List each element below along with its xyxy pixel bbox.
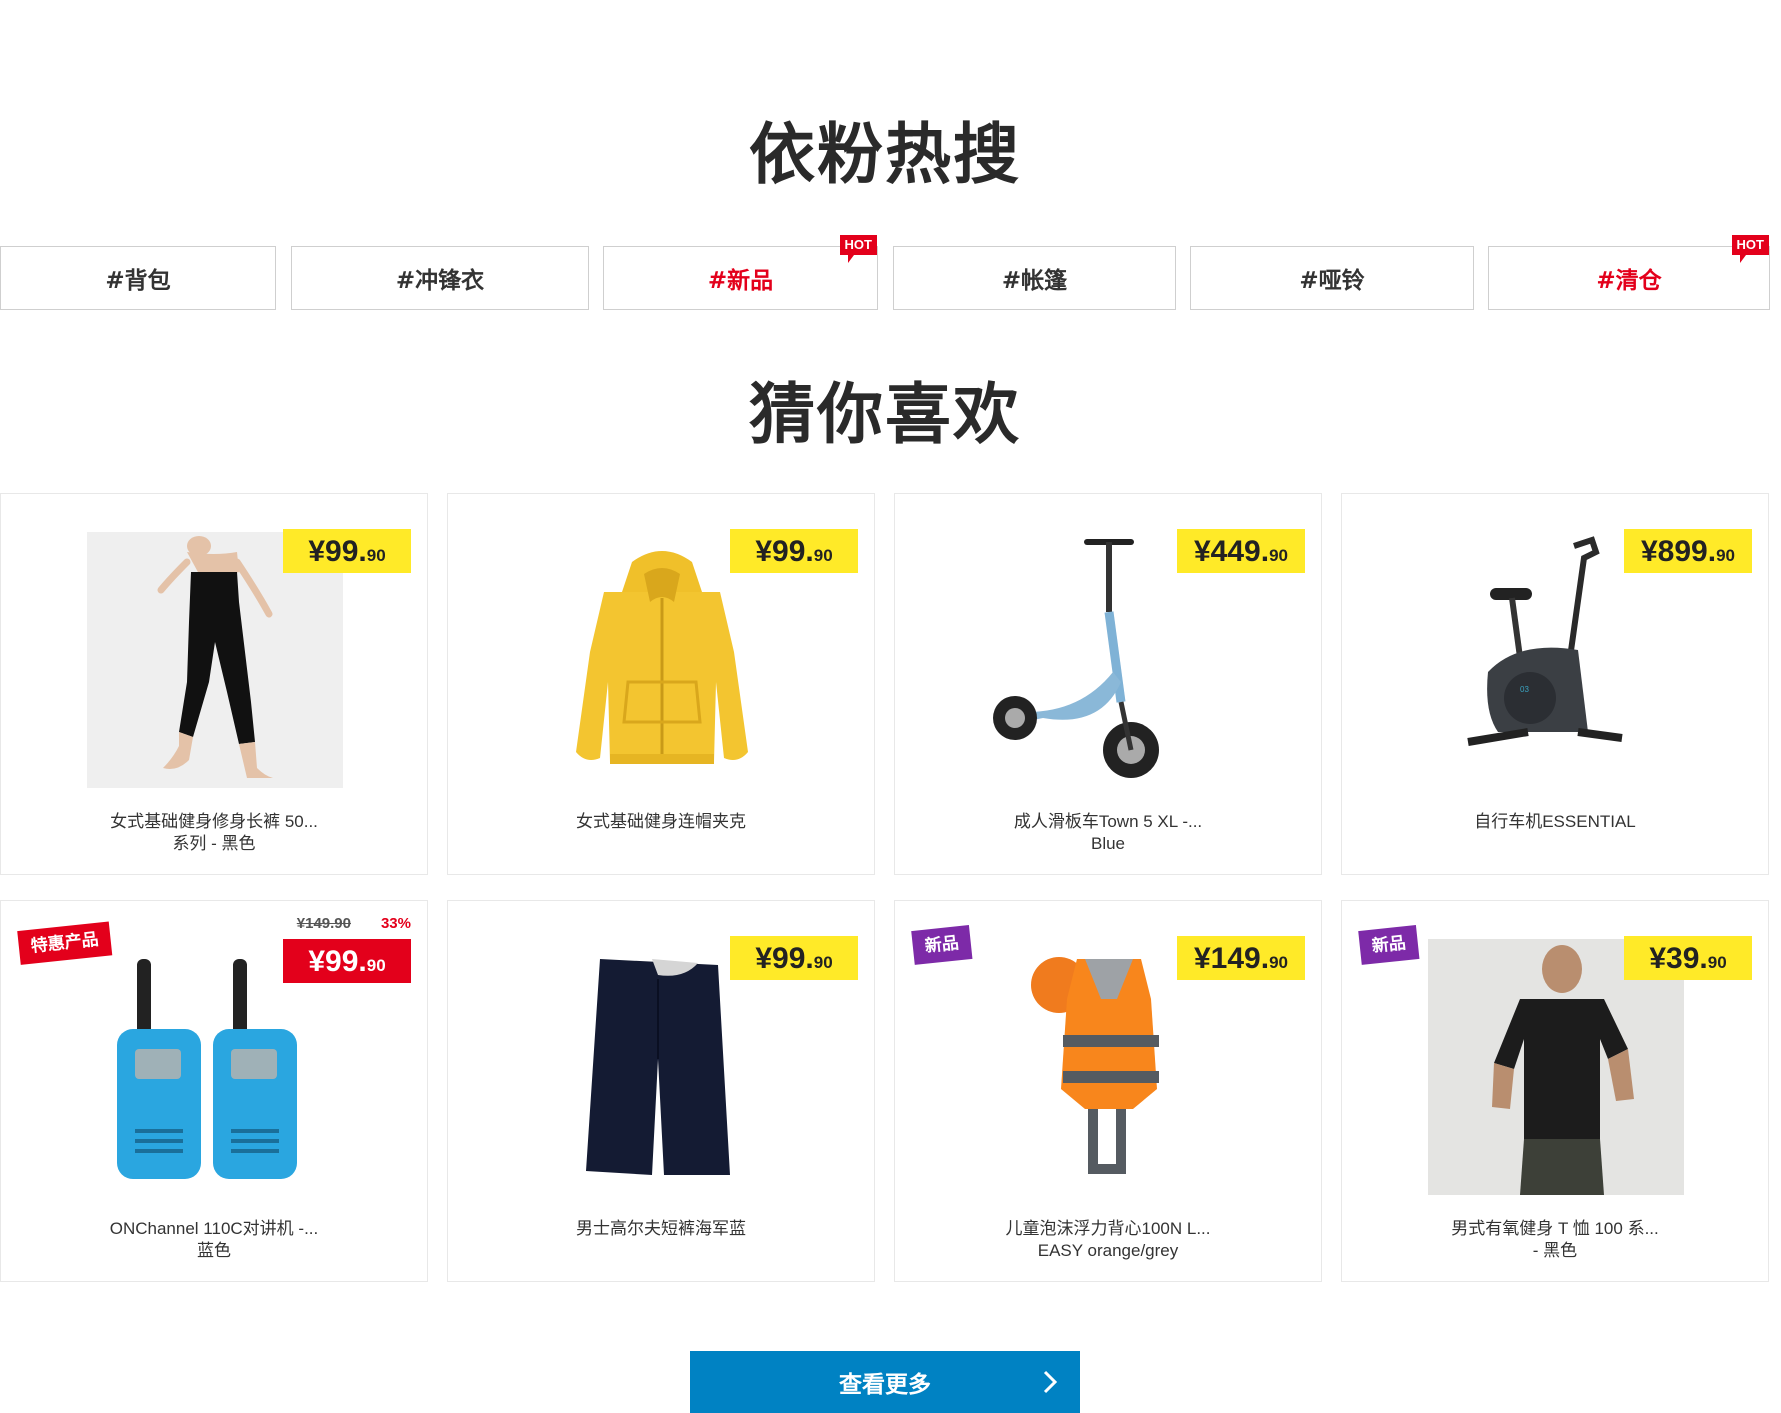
price-decimal: 90: [813, 953, 833, 972]
view-more-label: 查看更多: [839, 1372, 931, 1398]
hot-tag-label: #冲锋衣: [395, 268, 485, 294]
product-name: 儿童泡沫浮力背心100N L... EASY orange/grey: [935, 1218, 1281, 1262]
recommend-title: 猜你喜欢: [749, 376, 1021, 453]
new-ribbon: 新品: [1358, 925, 1420, 965]
price-decimal: 90: [1269, 953, 1288, 972]
product-name: 自行车机ESSENTIAL: [1382, 811, 1728, 833]
hot-tag-clearance[interactable]: #清仓 HOT: [1488, 235, 1770, 310]
view-more-button[interactable]: 查看更多: [690, 1351, 1080, 1413]
product-name: ONChannel 110C对讲机 -... 蓝色: [41, 1218, 387, 1262]
discount-percent: 33%: [380, 915, 411, 932]
product-card[interactable]: 新品 ¥39. 90 男式有氧健身 T 恤 100 系... - 黑色: [1341, 900, 1769, 1282]
product-card[interactable]: 03 ¥899. 90 自行车机ESSENTIAL: [1341, 493, 1769, 875]
price-main: ¥449.: [1194, 535, 1270, 568]
price-decimal: 90: [1269, 546, 1288, 565]
product-name: 男式有氧健身 T 恤 100 系... - 黑色: [1382, 1218, 1728, 1262]
hot-badge: HOT: [839, 235, 877, 263]
hot-search-title: 依粉热搜: [749, 116, 1021, 193]
chevron-right-icon: [1042, 1369, 1058, 1401]
product-card[interactable]: ¥99. 90 女式基础健身修身长裤 50... 系列 - 黑色: [0, 493, 428, 875]
product-name: 男士高尔夫短裤海军蓝: [488, 1218, 834, 1240]
price-main: ¥99.: [308, 945, 367, 978]
product-name-line: ONChannel 110C对讲机 -... 蓝色: [109, 1219, 319, 1260]
price-tag: ¥899. 90: [1624, 529, 1752, 573]
hot-tag-tent[interactable]: #帐篷: [893, 246, 1176, 310]
price-tag: ¥449. 90: [1177, 529, 1305, 573]
svg-text:03: 03: [1520, 685, 1529, 694]
product-card[interactable]: ¥449. 90 成人滑板车Town 5 XL -... Blue: [894, 493, 1322, 875]
product-name-line: 成人滑板车Town 5 XL -... Blue: [1013, 812, 1203, 853]
hot-tag-label: #背包: [105, 268, 171, 294]
product-card[interactable]: ¥99. 90 女式基础健身连帽夹克: [447, 493, 875, 875]
price-main: ¥899.: [1641, 535, 1717, 568]
hot-badge: HOT: [1731, 235, 1769, 263]
hot-tag-label: #新品: [707, 268, 774, 294]
price-decimal: 90: [813, 546, 833, 565]
product-card[interactable]: 新品 ¥149. 90 儿童泡沫浮力背心100N L... EASY orange…: [894, 900, 1322, 1282]
price-main: ¥99.: [308, 535, 367, 568]
price-decimal: 90: [1716, 546, 1735, 565]
price-main: ¥149.: [1194, 942, 1270, 975]
product-name: 女式基础健身连帽夹克: [488, 811, 834, 833]
product-name-line: 女式基础健身修身长裤 50... 系列 - 黑色: [110, 812, 318, 853]
hot-tag-label: #清仓: [1596, 268, 1662, 294]
hot-tag-dumbbell[interactable]: #哑铃: [1190, 246, 1474, 310]
price-decimal: 90: [1707, 953, 1727, 972]
hot-tag-backpack[interactable]: #背包: [0, 246, 276, 310]
price-tag: ¥99. 90: [283, 939, 411, 983]
product-name-line: 男式有氧健身 T 恤 100 系... - 黑色: [1451, 1219, 1659, 1260]
price-main: ¥99.: [755, 942, 814, 975]
price-tag: ¥99. 90: [283, 529, 411, 573]
product-name-line: 男士高尔夫短裤海军蓝: [576, 1219, 746, 1238]
product-card[interactable]: ¥99. 90 男士高尔夫短裤海军蓝: [447, 900, 875, 1282]
original-price: ¥149.90: [296, 915, 351, 932]
price-tag: ¥39. 90: [1624, 936, 1752, 980]
product-name-line: 自行车机ESSENTIAL: [1474, 812, 1636, 831]
price-tag: ¥99. 90: [730, 529, 858, 573]
new-ribbon: 新品: [911, 925, 973, 965]
product-name-line: 儿童泡沫浮力背心100N L... EASY orange/grey: [1005, 1219, 1211, 1260]
hot-tag-label: #帐篷: [1001, 268, 1068, 294]
hot-tag-new[interactable]: #新品 HOT: [603, 235, 878, 310]
hot-tag-jacket[interactable]: #冲锋衣: [291, 246, 589, 310]
hot-tag-label: #哑铃: [1299, 268, 1365, 294]
price-main: ¥99.: [755, 535, 814, 568]
price-main: ¥39.: [1649, 942, 1708, 975]
product-name: 女式基础健身修身长裤 50... 系列 - 黑色: [41, 811, 387, 855]
product-card[interactable]: 特惠产品 ¥149.90 33% ¥99. 90 ONChannel 110C对讲…: [0, 900, 428, 1282]
price-decimal: 90: [366, 546, 386, 565]
price-decimal: 90: [366, 956, 386, 975]
product-name-line: 女式基础健身连帽夹克: [576, 812, 746, 831]
product-name: 成人滑板车Town 5 XL -... Blue: [935, 811, 1281, 855]
price-tag: ¥99. 90: [730, 936, 858, 980]
price-tag: ¥149. 90: [1177, 936, 1305, 980]
